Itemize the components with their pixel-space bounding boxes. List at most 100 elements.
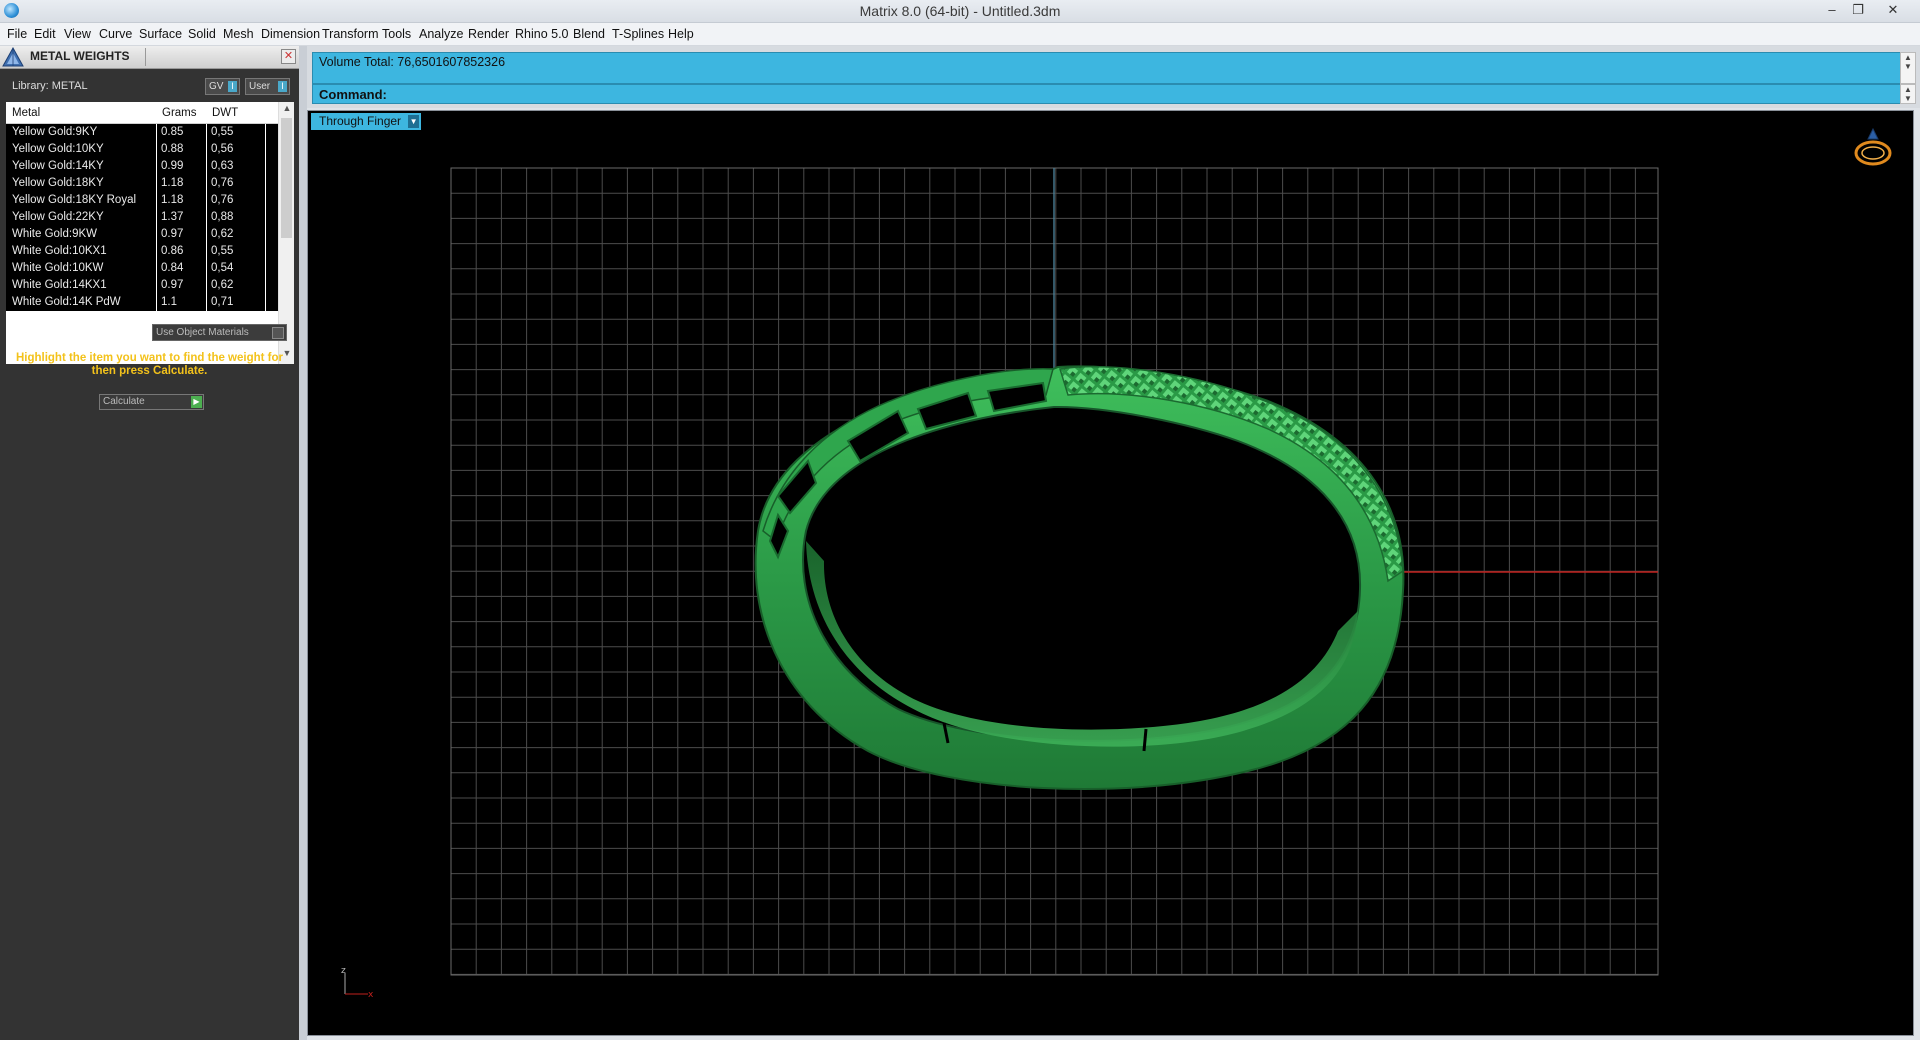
viewport-canvas[interactable]: z x xyxy=(308,111,1913,1035)
dwt-cell: 0,62 xyxy=(211,279,234,291)
menu-file[interactable]: File xyxy=(7,27,27,41)
metal-cell: White Gold:10KW xyxy=(12,262,104,274)
command-line[interactable]: Command: xyxy=(312,84,1902,104)
menu-solid[interactable]: Solid xyxy=(188,27,216,41)
viewport-label-dropdown[interactable]: Through Finger ▼ xyxy=(311,113,422,130)
menu-tsplines[interactable]: T-Splines xyxy=(612,27,664,41)
restore-button[interactable]: ❐ xyxy=(1845,0,1871,20)
title-bar: Matrix 8.0 (64-bit) - Untitled.3dm – ❐ ✕ xyxy=(0,0,1920,23)
dwt-cell: 0,62 xyxy=(211,228,234,240)
gv-toggle-label: GV xyxy=(209,81,224,92)
menu-transform[interactable]: Transform xyxy=(322,27,379,41)
table-body: Yellow Gold:9KY 0.85 0,55 Yellow Gold:10KY 0… xyxy=(6,124,278,311)
minimize-button[interactable]: – xyxy=(1819,0,1845,20)
table-row[interactable]: Yellow Gold:9KY 0.85 0,55 xyxy=(6,124,278,141)
dwt-cell: 0,76 xyxy=(211,194,234,206)
menu-dimension[interactable]: Dimension xyxy=(261,27,320,41)
dwt-cell: 0,88 xyxy=(211,211,234,223)
table-row[interactable]: White Gold:14KX1 0.97 0,62 xyxy=(6,277,278,294)
calculate-button[interactable]: Calculate ▶ xyxy=(99,394,204,410)
axis-z-label: z xyxy=(341,966,346,976)
gv-indicator-icon: I xyxy=(228,81,237,92)
play-icon: ▶ xyxy=(191,396,202,408)
menu-curve[interactable]: Curve xyxy=(99,27,132,41)
calculate-label: Calculate xyxy=(103,396,145,407)
panel-splitter[interactable] xyxy=(299,46,307,1040)
header-divider xyxy=(145,48,146,66)
menu-mesh[interactable]: Mesh xyxy=(223,27,254,41)
panel-close-button[interactable]: ✕ xyxy=(281,49,296,64)
table-row[interactable]: White Gold:9KW 0.97 0,62 xyxy=(6,226,278,243)
grams-cell: 0.84 xyxy=(161,262,184,274)
column-grams[interactable]: Grams xyxy=(162,107,197,119)
ring-model[interactable] xyxy=(754,365,1405,791)
window-title: Matrix 8.0 (64-bit) - Untitled.3dm xyxy=(859,3,1061,19)
menu-surface[interactable]: Surface xyxy=(139,27,182,41)
table-row[interactable]: White Gold:10KW 0.84 0,54 xyxy=(6,260,278,277)
dwt-cell: 0,55 xyxy=(211,245,234,257)
close-window-button[interactable]: ✕ xyxy=(1880,0,1906,20)
command-history: Volume Total: 76,6501607852326 xyxy=(312,52,1902,84)
grams-cell: 0.88 xyxy=(161,143,184,155)
menu-rhino[interactable]: Rhino 5.0 xyxy=(515,27,569,41)
table-row[interactable]: Yellow Gold:18KY 1.18 0,76 xyxy=(6,175,278,192)
grams-cell: 0.85 xyxy=(161,126,184,138)
metal-cell: White Gold:10KX1 xyxy=(12,245,107,257)
column-dwt[interactable]: DWT xyxy=(212,107,238,119)
scroll-up-icon[interactable]: ▲ xyxy=(279,103,294,117)
gv-toggle[interactable]: GV I xyxy=(205,78,240,95)
table-row[interactable]: Yellow Gold:18KY Royal 1.18 0,76 xyxy=(6,192,278,209)
command-spinner[interactable]: ▲ ▼ xyxy=(1900,84,1916,104)
command-area: Volume Total: 76,6501607852326 ▲ ▼ Comman… xyxy=(307,46,1920,108)
dwt-cell: 0,71 xyxy=(211,296,234,308)
grams-cell: 0.97 xyxy=(161,228,184,240)
library-label: Library: METAL xyxy=(12,80,88,92)
table-header: Metal Grams DWT xyxy=(6,102,278,124)
viewport[interactable]: z x Through Finger ▼ xyxy=(307,110,1914,1036)
table-row[interactable]: White Gold:10KX1 0.86 0,55 xyxy=(6,243,278,260)
menu-blend[interactable]: Blend xyxy=(573,27,605,41)
matrix-logo-icon xyxy=(2,47,24,67)
user-indicator-icon: I xyxy=(278,81,287,92)
panel-header: METAL WEIGHTS ✕ xyxy=(0,46,299,69)
user-toggle[interactable]: User I xyxy=(245,78,290,95)
dwt-cell: 0,55 xyxy=(211,126,234,138)
table-row[interactable]: Yellow Gold:22KY 1.37 0,88 xyxy=(6,209,278,226)
instruction-text: Highlight the item you want to find the … xyxy=(15,352,284,377)
grams-cell: 1.37 xyxy=(161,211,184,223)
metal-cell: Yellow Gold:18KY Royal xyxy=(12,194,137,206)
dropdown-arrow-icon[interactable]: ▼ xyxy=(408,115,420,128)
axis-x-label: x xyxy=(368,990,374,1000)
grams-cell: 1.18 xyxy=(161,177,184,189)
metal-cell: Yellow Gold:10KY xyxy=(12,143,104,155)
use-object-materials-label: Use Object Materials xyxy=(156,327,249,338)
history-scrollbar[interactable]: ▲ ▼ xyxy=(1900,52,1916,84)
ring-view-icon[interactable] xyxy=(1854,127,1892,166)
scroll-thumb[interactable] xyxy=(281,118,292,238)
column-metal[interactable]: Metal xyxy=(12,107,40,119)
menu-analyze[interactable]: Analyze xyxy=(419,27,463,41)
menu-help[interactable]: Help xyxy=(668,27,694,41)
axis-indicator-icon: z x xyxy=(341,966,374,1000)
table-row[interactable]: Yellow Gold:14KY 0.99 0,63 xyxy=(6,158,278,175)
metal-cell: Yellow Gold:18KY xyxy=(12,177,104,189)
menu-edit[interactable]: Edit xyxy=(34,27,56,41)
menu-render[interactable]: Render xyxy=(468,27,509,41)
metal-cell: White Gold:14K PdW xyxy=(12,296,121,308)
checkbox-icon xyxy=(272,327,284,339)
command-prompt: Command: xyxy=(319,87,387,102)
dwt-cell: 0,56 xyxy=(211,143,234,155)
grams-cell: 0.97 xyxy=(161,279,184,291)
menu-bar: File Edit View Curve Surface Solid Mesh … xyxy=(0,23,1920,46)
table-row[interactable]: White Gold:14K PdW 1.1 0,71 xyxy=(6,294,278,311)
menu-view[interactable]: View xyxy=(64,27,91,41)
metal-weights-panel: METAL WEIGHTS ✕ Library: METAL GV I User… xyxy=(0,46,299,1040)
metal-cell: Yellow Gold:9KY xyxy=(12,126,98,138)
viewport-label-text: Through Finger xyxy=(319,114,402,128)
menu-tools[interactable]: Tools xyxy=(382,27,411,41)
table-row[interactable]: Yellow Gold:10KY 0.88 0,56 xyxy=(6,141,278,158)
grams-cell: 1.1 xyxy=(161,296,177,308)
use-object-materials-toggle[interactable]: Use Object Materials xyxy=(152,324,287,341)
panel-title: METAL WEIGHTS xyxy=(30,49,130,63)
dwt-cell: 0,54 xyxy=(211,262,234,274)
